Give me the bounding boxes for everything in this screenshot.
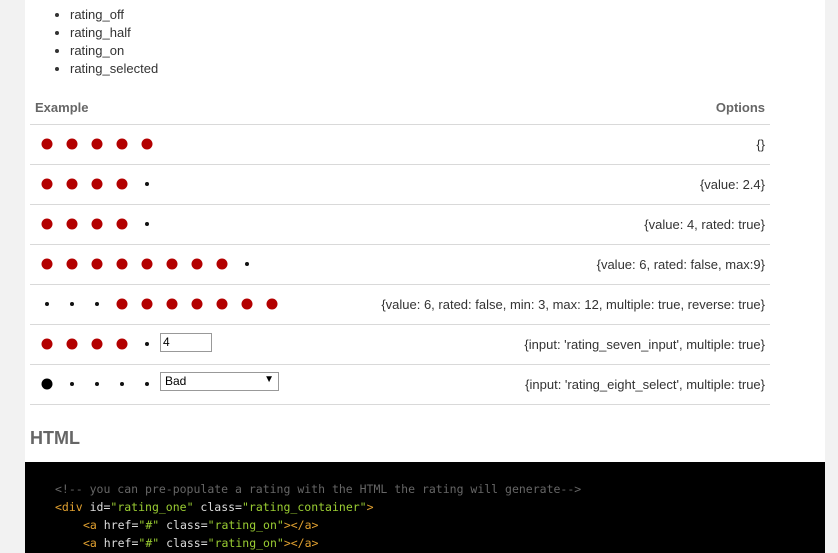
rating-on-dot[interactable]: [116, 138, 128, 150]
table-row: {value: 6, rated: false, max:9}: [30, 245, 770, 285]
rating-on-dot[interactable]: [116, 218, 128, 230]
options-text: {}: [756, 137, 765, 152]
rating-on-dot[interactable]: [116, 178, 128, 190]
scrollbar-area: [825, 0, 838, 553]
table-row: {value: 2.4}: [30, 165, 770, 205]
rating-on-dot[interactable]: [216, 258, 228, 270]
rating-off-dot[interactable]: [145, 222, 149, 226]
rating-on-dot[interactable]: [41, 338, 53, 350]
code-line: <a href="#" class="rating_on"></a>: [83, 536, 319, 550]
rating-on-dot[interactable]: [191, 258, 203, 270]
rating-off-dot[interactable]: [95, 302, 99, 306]
rating-off-dot[interactable]: [245, 262, 249, 266]
rating-off-dot[interactable]: [70, 382, 74, 386]
options-text: {value: 6, rated: false, min: 3, max: 12…: [381, 297, 765, 312]
header-example: Example: [35, 100, 89, 115]
rating-off-dot[interactable]: [45, 302, 49, 306]
rating-off-dot[interactable]: [95, 382, 99, 386]
table-row: {}: [30, 125, 770, 165]
dropdown-arrow-icon: ▼: [264, 374, 274, 385]
rating-off-dot[interactable]: [145, 382, 149, 386]
options-text: {value: 6, rated: false, max:9}: [596, 257, 765, 272]
rating-on-dot[interactable]: [91, 138, 103, 150]
rating-on-dot[interactable]: [41, 218, 53, 230]
list-item: rating_off: [70, 6, 158, 24]
options-text: {input: 'rating_seven_input', multiple: …: [524, 337, 765, 352]
rating-on-dot[interactable]: [141, 258, 153, 270]
css-class-list: rating_off rating_half rating_on rating_…: [48, 6, 158, 78]
list-item: rating_half: [70, 24, 158, 42]
rating-on-dot[interactable]: [41, 178, 53, 190]
header-options: Options: [715, 100, 765, 115]
rating-seven-input[interactable]: 4: [160, 333, 212, 352]
rating-on-dot[interactable]: [166, 298, 178, 310]
rating-on-dot[interactable]: [191, 298, 203, 310]
list-item: rating_on: [70, 42, 158, 60]
options-text: {value: 2.4}: [699, 177, 765, 192]
rating-big-dot[interactable]: [41, 378, 53, 390]
rating-on-dot[interactable]: [91, 178, 103, 190]
code-line: <a href="#" class="rating_on"></a>: [83, 518, 319, 532]
rating-off-dot[interactable]: [145, 182, 149, 186]
rating-on-dot[interactable]: [116, 338, 128, 350]
rating-on-dot[interactable]: [66, 338, 78, 350]
rating-on-dot[interactable]: [41, 138, 53, 150]
rating-on-dot[interactable]: [66, 178, 78, 190]
table-header: Example Options: [30, 96, 770, 125]
rating-on-dot[interactable]: [41, 258, 53, 270]
code-line: <div id="rating_one" class="rating_conta…: [55, 500, 374, 514]
rating-on-dot[interactable]: [141, 138, 153, 150]
rating-on-dot[interactable]: [91, 218, 103, 230]
rating-on-dot[interactable]: [66, 258, 78, 270]
rating-on-dot[interactable]: [141, 298, 153, 310]
rating-on-dot[interactable]: [241, 298, 253, 310]
rating-on-dot[interactable]: [166, 258, 178, 270]
rating-on-dot[interactable]: [216, 298, 228, 310]
list-item: rating_selected: [70, 60, 158, 78]
rating-off-dot[interactable]: [120, 382, 124, 386]
code-line: <!-- you can pre-populate a rating with …: [55, 482, 582, 496]
options-text: {value: 4, rated: true}: [644, 217, 765, 232]
table-row: {value: 6, rated: false, min: 3, max: 12…: [30, 285, 770, 325]
table-row: {value: 4, rated: true}: [30, 205, 770, 245]
rating-on-dot[interactable]: [116, 258, 128, 270]
table-row: 4 {input: 'rating_seven_input', multiple:…: [30, 325, 770, 365]
rating-eight-select[interactable]: Bad ▼: [160, 372, 279, 391]
rating-off-dot[interactable]: [145, 342, 149, 346]
rating-off-dot[interactable]: [70, 302, 74, 306]
section-heading-html: HTML: [30, 428, 80, 448]
code-block: <!-- you can pre-populate a rating with …: [25, 462, 825, 553]
options-text: {input: 'rating_eight_select', multiple:…: [525, 377, 765, 392]
rating-on-dot[interactable]: [91, 338, 103, 350]
rating-on-dot[interactable]: [91, 258, 103, 270]
table-row: Bad ▼ {input: 'rating_eight_select', multi…: [30, 365, 770, 405]
rating-on-dot[interactable]: [66, 138, 78, 150]
examples-table: Example Options {} {value: 2.4} {value: 4,…: [30, 96, 770, 405]
rating-on-dot[interactable]: [66, 218, 78, 230]
select-value: Bad: [165, 374, 187, 388]
rating-on-dot[interactable]: [266, 298, 278, 310]
rating-on-dot[interactable]: [116, 298, 128, 310]
